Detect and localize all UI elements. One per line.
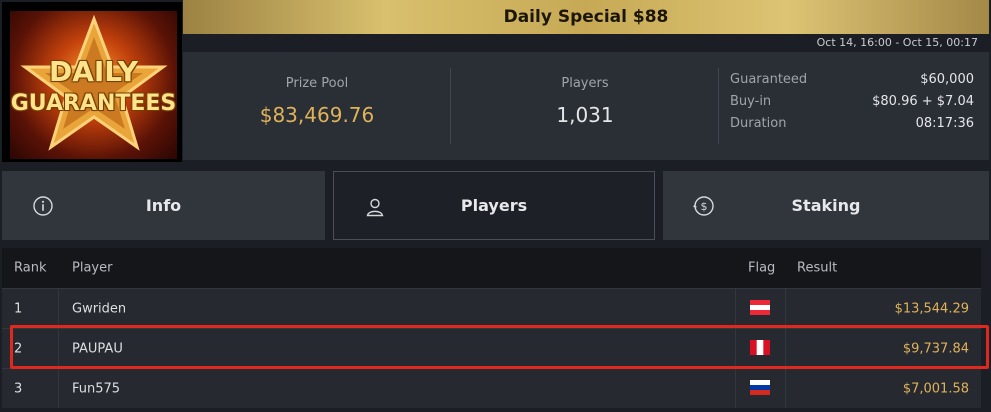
table-header: Rank Player Flag Result bbox=[2, 248, 981, 288]
tournament-logo: DAILY GUARANTEES bbox=[2, 2, 182, 162]
table-row[interactable]: 3 Fun575 $7,001.58 bbox=[2, 368, 981, 408]
tournament-title-bar: Daily Special $88 bbox=[183, 0, 989, 34]
column-header-result[interactable]: Result bbox=[797, 261, 837, 276]
tournament-details: Guaranteed $60,000 Buy-in $80.96 + $7.04… bbox=[730, 72, 974, 138]
stats-panel: Prize Pool $83,469.76 Players 1,031 Guar… bbox=[183, 52, 989, 160]
detail-value: $80.96 + $7.04 bbox=[872, 94, 974, 109]
column-divider bbox=[735, 289, 736, 328]
detail-row-buy-in: Buy-in $80.96 + $7.04 bbox=[730, 94, 974, 116]
detail-value: $60,000 bbox=[920, 72, 974, 87]
column-divider bbox=[785, 289, 786, 328]
logo-word-daily: DAILY bbox=[48, 55, 139, 88]
row-result: $7,001.58 bbox=[902, 381, 969, 396]
column-header-player[interactable]: Player bbox=[72, 261, 112, 276]
row-player-name: Fun575 bbox=[72, 381, 121, 396]
prize-pool-stat: Prize Pool $83,469.76 bbox=[183, 70, 451, 142]
row-result: $13,544.29 bbox=[894, 301, 969, 316]
austria-flag-icon bbox=[750, 300, 770, 315]
column-divider bbox=[785, 369, 786, 408]
detail-key: Guaranteed bbox=[730, 72, 808, 87]
dollar-circle-icon: $ bbox=[693, 196, 714, 216]
column-divider bbox=[58, 369, 59, 408]
column-divider bbox=[58, 329, 59, 368]
tournament-datetime: Oct 14, 16:00 - Oct 15, 00:17 bbox=[816, 36, 978, 49]
column-header-rank[interactable]: Rank bbox=[14, 261, 46, 276]
russia-flag-icon bbox=[750, 380, 770, 395]
row-rank: 1 bbox=[14, 301, 23, 316]
row-result: $9,737.84 bbox=[902, 341, 969, 356]
detail-key: Buy-in bbox=[730, 94, 772, 109]
user-icon bbox=[366, 198, 384, 217]
tab-info[interactable]: Info bbox=[2, 171, 325, 240]
logo-word-guarantees: GUARANTEES bbox=[10, 91, 177, 116]
detail-row-guaranteed: Guaranteed $60,000 bbox=[730, 72, 974, 94]
table-row[interactable]: 2 PAUPAU $9,737.84 bbox=[2, 328, 981, 368]
row-player-name: PAUPAU bbox=[72, 341, 123, 356]
row-rank: 2 bbox=[14, 341, 23, 356]
peru-flag-icon bbox=[750, 340, 770, 355]
table-row[interactable]: 1 Gwriden $13,544.29 bbox=[2, 288, 981, 328]
detail-row-duration: Duration 08:17:36 bbox=[730, 116, 974, 138]
prize-pool-label: Prize Pool bbox=[285, 76, 349, 91]
column-divider bbox=[735, 329, 736, 368]
tab-staking[interactable]: $ Staking bbox=[663, 171, 989, 240]
players-stat: Players 1,031 bbox=[451, 70, 719, 142]
prize-pool-value: $83,469.76 bbox=[259, 103, 375, 127]
column-divider bbox=[735, 369, 736, 408]
divider bbox=[718, 68, 719, 144]
column-header-flag[interactable]: Flag bbox=[748, 261, 775, 276]
players-label: Players bbox=[561, 76, 609, 91]
column-divider bbox=[58, 289, 59, 328]
info-icon bbox=[33, 196, 53, 216]
tab-players[interactable]: Players bbox=[333, 171, 655, 240]
players-value: 1,031 bbox=[556, 103, 614, 127]
column-divider bbox=[785, 329, 786, 368]
detail-value: 08:17:36 bbox=[915, 116, 974, 131]
row-rank: 3 bbox=[14, 381, 23, 396]
row-player-name: Gwriden bbox=[72, 301, 127, 316]
tournament-title: Daily Special $88 bbox=[503, 7, 669, 27]
svg-text:$: $ bbox=[701, 200, 708, 213]
detail-key: Duration bbox=[730, 116, 787, 131]
